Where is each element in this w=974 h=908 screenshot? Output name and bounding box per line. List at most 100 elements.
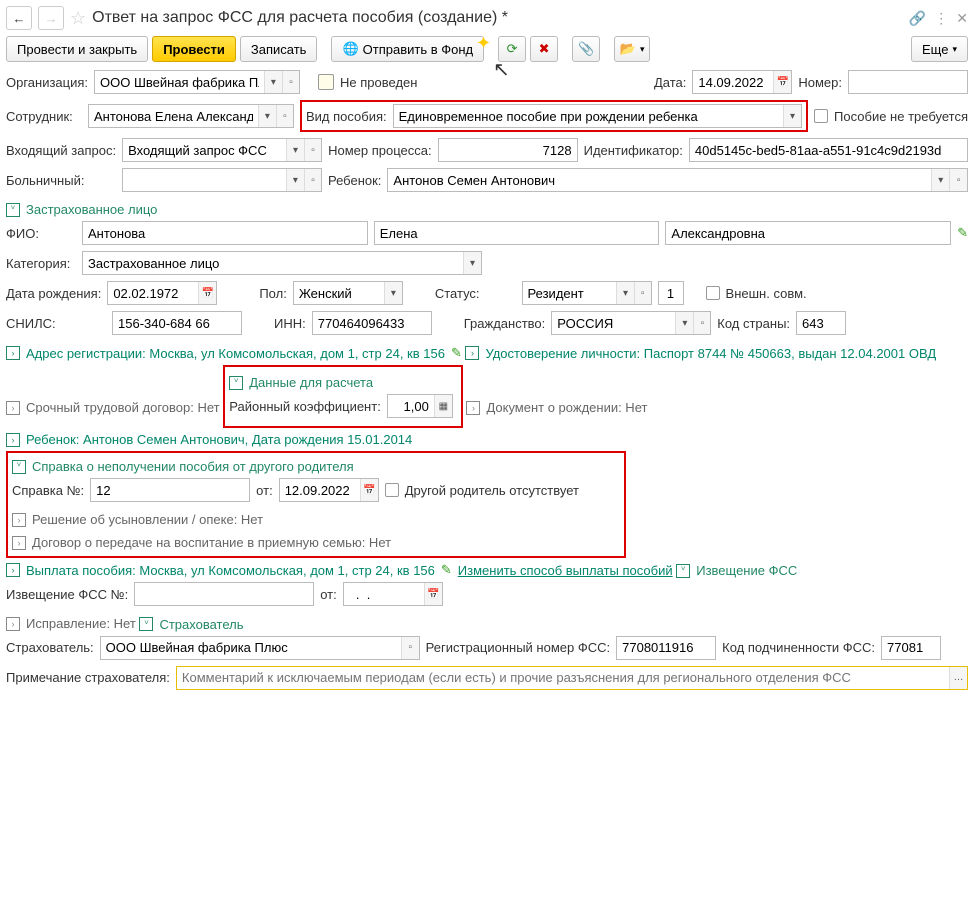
dropdown-btn[interactable]: ▾ (286, 139, 304, 161)
ellipsis-btn[interactable]: … (949, 667, 967, 689)
notice-number-input[interactable] (135, 583, 313, 605)
favorite-star-icon[interactable]: ☆ (70, 8, 86, 29)
insurer-input[interactable] (101, 637, 401, 659)
dropdown-btn[interactable]: ▾ (931, 169, 949, 191)
forward-button[interactable]: → (38, 6, 64, 30)
dropdown-btn[interactable]: ▾ (384, 282, 402, 304)
incoming-input[interactable] (123, 139, 286, 161)
refresh-button[interactable]: ⟳ (498, 36, 526, 62)
chevron-right-icon: › (6, 433, 20, 447)
snils-input[interactable] (113, 312, 241, 334)
dropdown-btn[interactable]: ▾ (258, 105, 276, 127)
citizenship-input[interactable] (552, 312, 675, 334)
country-code-input[interactable] (797, 312, 845, 334)
benefit-type-input[interactable] (394, 105, 783, 127)
cert-number-input[interactable] (91, 479, 249, 501)
open-btn[interactable]: ▫ (304, 169, 321, 191)
cancel-button[interactable]: ✖ (530, 36, 558, 62)
birthdoc-toggle[interactable]: › Документ о рождении: Нет (466, 400, 647, 415)
insurer-section-toggle[interactable]: ⱽ Страхователь (139, 617, 243, 632)
date-input[interactable] (693, 71, 773, 93)
edit-pencil-icon[interactable]: ✎ (957, 225, 968, 241)
change-payment-link[interactable]: Изменить способ выплаты пособий (458, 563, 673, 578)
cert-date-input[interactable] (280, 479, 360, 501)
open-btn[interactable]: ▫ (304, 139, 321, 161)
address-toggle[interactable]: › Адрес регистрации: Москва, ул Комсомол… (6, 345, 462, 361)
open-btn[interactable]: ▫ (276, 105, 293, 127)
process-input[interactable] (439, 139, 577, 161)
write-button[interactable]: Записать (240, 36, 318, 62)
organization-input[interactable] (95, 71, 264, 93)
date-label: Дата: (654, 75, 686, 90)
dropdown-btn[interactable]: ▾ (616, 282, 634, 304)
inn-input[interactable] (313, 312, 431, 334)
note-input[interactable] (177, 667, 949, 689)
correction-toggle[interactable]: › Исправление: Нет (6, 616, 136, 631)
open-btn[interactable]: ▫ (693, 312, 710, 334)
firstname-input[interactable] (375, 222, 659, 244)
category-input[interactable] (83, 252, 463, 274)
adoption-toggle[interactable]: › Решение об усыновлении / опеке: Нет (12, 512, 263, 527)
dropdown-btn[interactable]: ▾ (463, 252, 481, 274)
cert-date-label: от: (256, 483, 273, 498)
number-input[interactable] (849, 71, 967, 93)
lastname-input[interactable] (83, 222, 367, 244)
district-input[interactable] (388, 395, 434, 417)
reg-input[interactable] (617, 637, 715, 659)
dropdown-btn[interactable]: ▾ (783, 105, 801, 127)
open-btn[interactable]: ▫ (949, 169, 967, 191)
identity-toggle[interactable]: › Удостоверение личности: Паспорт 8744 №… (465, 346, 936, 361)
dropdown-btn[interactable]: ▾ (286, 169, 304, 191)
insured-section-toggle[interactable]: ⱽ Застрахованное лицо (6, 202, 157, 217)
status-num-input[interactable] (659, 282, 683, 304)
organization-label: Организация: (6, 75, 88, 90)
post-button[interactable]: Провести (152, 36, 236, 62)
calendar-btn[interactable]: 📅 (424, 583, 442, 605)
dropdown-btn[interactable]: ▾ (675, 312, 693, 334)
clip-icon: 📎 (578, 41, 594, 57)
folder-button[interactable]: 📂▾ (614, 36, 650, 62)
midname-input[interactable] (666, 222, 950, 244)
calendar-btn[interactable]: 📅 (773, 71, 791, 93)
calc-btn[interactable]: ▦ (434, 395, 452, 417)
childinfo-toggle[interactable]: › Ребенок: Антонов Семен Антонович, Дата… (6, 432, 412, 447)
employee-input[interactable] (89, 105, 258, 127)
calc-section-toggle[interactable]: ⱽ Данные для расчета (229, 375, 373, 390)
other-parent-checkbox[interactable] (385, 483, 399, 497)
not-required-checkbox[interactable] (814, 109, 828, 123)
sub-input[interactable] (882, 637, 940, 659)
more-button[interactable]: Еще ▾ (911, 36, 968, 62)
notice-section-toggle[interactable]: ⱽ Извещение ФСС (676, 563, 797, 578)
notice-date-input[interactable] (344, 583, 424, 605)
child-input[interactable] (388, 169, 931, 191)
refresh-icon: ⟳ (507, 41, 518, 57)
calendar-btn[interactable]: 📅 (360, 479, 378, 501)
gender-input[interactable] (294, 282, 384, 304)
contract-toggle[interactable]: › Срочный трудовой договор: Нет (6, 400, 220, 415)
calendar-btn[interactable]: 📅 (198, 282, 216, 304)
menu-icon[interactable]: ⋮ (934, 10, 948, 27)
back-button[interactable]: ← (6, 6, 32, 30)
dob-input[interactable] (108, 282, 198, 304)
open-btn[interactable]: ▫ (401, 637, 419, 659)
id-input[interactable] (690, 139, 967, 161)
sick-input[interactable] (123, 169, 286, 191)
attachment-button[interactable]: 📎 (572, 36, 600, 62)
cert-section-toggle[interactable]: ⱽ Справка о неполучении пособия от друго… (12, 459, 354, 474)
notice-date-label: от: (320, 587, 337, 602)
dropdown-btn[interactable]: ▾ (264, 71, 282, 93)
edit-pencil-icon[interactable]: ✎ (441, 562, 452, 578)
open-btn[interactable]: ▫ (634, 282, 651, 304)
send-to-fund-button[interactable]: 🌐 Отправить в Фонд ✦ (331, 36, 484, 62)
open-btn[interactable]: ▫ (282, 71, 299, 93)
folder-icon: 📂 (620, 41, 636, 57)
external-checkbox[interactable] (706, 286, 720, 300)
link-icon[interactable]: 🔗 (909, 10, 926, 27)
post-and-close-button[interactable]: Провести и закрыть (6, 36, 148, 62)
status-input[interactable] (523, 282, 616, 304)
payment-toggle[interactable]: › Выплата пособия: Москва, ул Комсомольс… (6, 562, 673, 578)
foster-toggle[interactable]: › Договор о передаче на воспитание в при… (12, 535, 391, 550)
edit-pencil-icon[interactable]: ✎ (451, 345, 462, 361)
chevron-down-icon: ⱽ (229, 376, 243, 390)
close-icon[interactable]: ✕ (956, 10, 968, 27)
